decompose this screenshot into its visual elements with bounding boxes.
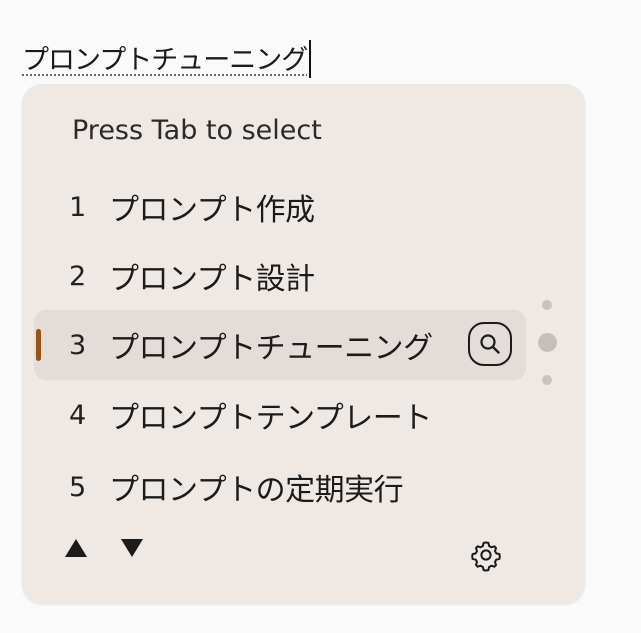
scroll-indicator-dot — [542, 375, 552, 385]
candidate-text: プロンプト設計 — [109, 262, 315, 297]
candidate-item-1[interactable]: 1 プロンプト作成 — [34, 172, 526, 242]
triangle-down-icon — [121, 539, 143, 557]
text-caret — [309, 40, 312, 78]
next-page-button[interactable] — [116, 532, 148, 564]
candidate-item-5[interactable]: 5 プロンプトの定期実行 — [34, 452, 526, 522]
candidate-number: 1 — [69, 191, 87, 223]
selection-indicator — [36, 329, 41, 361]
candidate-item-3-selected[interactable]: 3 プロンプトチューニング — [34, 310, 526, 380]
candidate-item-4[interactable]: 4 プロンプトテンプレート — [34, 380, 526, 450]
candidate-number: 2 — [69, 260, 87, 292]
candidate-text: プロンプトテンプレート — [109, 401, 432, 436]
candidate-number: 3 — [69, 329, 87, 361]
scroll-indicator-dot-active[interactable] — [538, 333, 557, 352]
scroll-indicator-dot — [542, 300, 552, 310]
ime-composition[interactable]: プロンプトチューニング — [22, 38, 312, 78]
search-icon — [480, 334, 500, 354]
candidate-number: 4 — [69, 399, 87, 431]
candidate-number: 5 — [69, 471, 87, 503]
previous-page-button[interactable] — [60, 532, 92, 564]
gear-icon — [471, 541, 501, 572]
candidate-text: プロンプト作成 — [109, 193, 315, 228]
composition-text: プロンプトチューニング — [22, 45, 308, 76]
candidate-text: プロンプトチューニング — [109, 331, 433, 366]
settings-button[interactable] — [467, 536, 505, 574]
candidate-hint: Press Tab to select — [72, 115, 322, 146]
triangle-up-icon — [65, 539, 87, 557]
search-button[interactable] — [468, 322, 512, 366]
candidate-item-2[interactable]: 2 プロンプト設計 — [34, 241, 526, 311]
candidate-text: プロンプトの定期実行 — [109, 473, 404, 508]
ime-candidate-window: Press Tab to select 1 プロンプト作成 2 プロンプト設計 … — [22, 84, 585, 604]
